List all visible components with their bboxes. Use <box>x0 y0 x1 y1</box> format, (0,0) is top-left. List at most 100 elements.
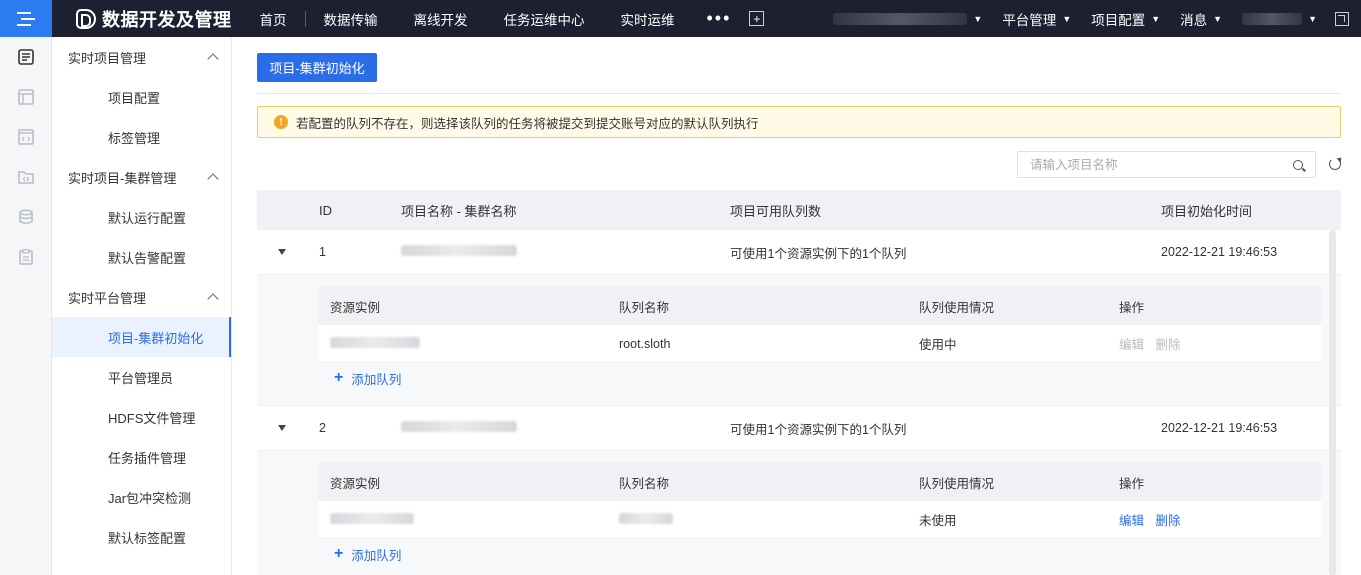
project-name-redacted <box>833 12 968 25</box>
main-content: 项目-集群初始化 ! 若配置的队列不存在，则选择该队列的任务将被提交到提交账号对… <box>232 37 1361 575</box>
main-nav: 首页 数据传输 离线开发 任务运维中心 实时运维 ••• + <box>242 0 765 37</box>
table-icon <box>18 89 34 105</box>
expand-cell <box>257 425 319 431</box>
add-queue-button[interactable]: + 添加队列 <box>318 539 1321 569</box>
row-id: 1 <box>319 245 326 259</box>
sidebar-item-jar-conflict[interactable]: Jar包冲突检测 <box>52 477 231 517</box>
queue-usage: 未使用 <box>919 514 957 528</box>
queue-usage: 使用中 <box>919 338 957 352</box>
more-nav-button[interactable]: ••• <box>693 8 746 29</box>
project-table: ID 项目名称 - 集群名称 项目可用队列数 项目初始化时间 1 可使用1个资源… <box>257 190 1341 575</box>
queue-subtable: 资源实例 队列名称 队列使用情况 操作 未使用 编辑 删除 <box>318 463 1321 539</box>
table-row[interactable]: 1 可使用1个资源实例下的1个队列 2022-12-21 19:46:53 <box>257 230 1341 275</box>
subheader-usage: 队列使用情况 <box>919 476 995 491</box>
header-name: 项目名称 - 集群名称 <box>401 203 517 219</box>
code-window-icon <box>18 129 34 145</box>
nav-offline-dev[interactable]: 离线开发 <box>396 0 486 37</box>
caret-down-icon: ▼ <box>1213 13 1223 24</box>
rail-clipboard[interactable] <box>0 237 52 277</box>
add-queue-label: 添加队列 <box>351 548 402 563</box>
alert-text: 若配置的队列不存在，则选择该队列的任务将被提交到提交账号对应的默认队列执行 <box>296 116 759 131</box>
sidebar-item-hdfs-files[interactable]: HDFS文件管理 <box>52 397 231 437</box>
sidebar-item-default-alert-config[interactable]: 默认告警配置 <box>52 237 231 277</box>
nav-data-transfer[interactable]: 数据传输 <box>306 0 396 37</box>
platform-menu[interactable]: 平台管理 ▼ <box>992 9 1081 29</box>
project-selector[interactable]: ▼ <box>823 12 992 25</box>
nav-home[interactable]: 首页 <box>242 0 305 37</box>
collapse-caret-icon[interactable] <box>278 249 286 255</box>
rail-realtime[interactable] <box>0 37 52 77</box>
row-id: 2 <box>319 421 326 435</box>
sidebar-item-default-run-config[interactable]: 默认运行配置 <box>52 197 231 237</box>
sidebar-group-label: 实时平台管理 <box>68 290 147 306</box>
rail-code[interactable] <box>0 117 52 157</box>
subtable-header: 资源实例 队列名称 队列使用情况 操作 <box>318 463 1321 501</box>
table-row[interactable]: 2 可使用1个资源实例下的1个队列 2022-12-21 19:46:53 <box>257 406 1341 451</box>
sidebar-item-platform-admin[interactable]: 平台管理员 <box>52 357 231 397</box>
subheader-usage: 队列使用情况 <box>919 300 995 315</box>
project-config-menu[interactable]: 项目配置 ▼ <box>1081 9 1170 29</box>
expand-cell <box>257 249 319 255</box>
subheader-instance: 资源实例 <box>330 300 381 315</box>
rail-database[interactable] <box>0 197 52 237</box>
plus-icon: + <box>334 545 344 562</box>
collapse-caret-icon[interactable] <box>278 425 286 431</box>
warning-icon: ! <box>274 115 288 129</box>
sidebar-group-cluster[interactable]: 实时项目-集群管理 <box>52 157 231 197</box>
nav-task-ops[interactable]: 任务运维中心 <box>486 0 603 37</box>
header-id: ID <box>319 202 332 218</box>
header-count: 项目可用队列数 <box>730 203 822 219</box>
caret-down-icon: ▼ <box>1308 13 1317 24</box>
header-time: 项目初始化时间 <box>1161 203 1253 219</box>
brand[interactable]: 数据开发及管理 <box>76 6 232 32</box>
add-queue-label: 添加队列 <box>351 372 402 387</box>
chevron-up-icon <box>207 53 219 65</box>
plus-icon: + <box>753 11 761 26</box>
add-queue-button[interactable]: + 添加队列 <box>318 363 1321 393</box>
menu-toggle-button[interactable] <box>0 0 52 37</box>
sidebar-item-cluster-init[interactable]: 项目-集群初始化 <box>52 317 231 357</box>
divider <box>257 93 1341 94</box>
table-scrollbar[interactable] <box>1329 230 1336 575</box>
platform-menu-label: 平台管理 <box>1002 12 1057 28</box>
sidebar-item-project-config[interactable]: 项目配置 <box>52 77 231 117</box>
expanded-row-detail: 资源实例 队列名称 队列使用情况 操作 root.sloth 使用中 编辑 删除… <box>257 275 1341 406</box>
messages-menu[interactable]: 消息 ▼ <box>1170 9 1232 29</box>
add-shortcut-button[interactable]: + <box>749 11 765 26</box>
edit-button[interactable]: 编辑 <box>1119 514 1144 528</box>
sidebar-group-label: 实时项目管理 <box>68 50 147 66</box>
rail-folder[interactable] <box>0 157 52 197</box>
search-icon[interactable] <box>1293 159 1303 170</box>
warning-alert: ! 若配置的队列不存在，则选择该队列的任务将被提交到提交账号对应的默认队列执行 <box>257 106 1341 138</box>
user-menu[interactable]: ▼ <box>1232 12 1327 25</box>
chevron-up-icon <box>207 173 219 185</box>
sidebar: 实时项目管理 项目配置 标签管理 实时项目-集群管理 默认运行配置 默认告警配置… <box>52 37 232 575</box>
fullscreen-icon[interactable] <box>1335 11 1349 26</box>
refresh-icon[interactable] <box>1329 158 1341 170</box>
search-input[interactable] <box>1030 157 1293 172</box>
table-header: ID 项目名称 - 集群名称 项目可用队列数 项目初始化时间 <box>257 190 1341 230</box>
cluster-init-button[interactable]: 项目-集群初始化 <box>257 53 377 82</box>
sidebar-group-realtime-project[interactable]: 实时项目管理 <box>52 37 231 77</box>
rail-table[interactable] <box>0 77 52 117</box>
delete-button[interactable]: 删除 <box>1156 514 1181 528</box>
brand-logo-icon <box>76 8 96 29</box>
caret-down-icon: ▼ <box>1062 13 1072 24</box>
folder-code-icon <box>18 171 34 184</box>
queue-name: root.sloth <box>619 336 671 351</box>
top-navigation-bar: 数据开发及管理 首页 数据传输 离线开发 任务运维中心 实时运维 ••• + ▼… <box>0 0 1361 37</box>
row-count: 可使用1个资源实例下的1个队列 <box>730 422 907 437</box>
sidebar-group-platform[interactable]: 实时平台管理 <box>52 277 231 317</box>
caret-down-icon: ▼ <box>1151 13 1161 24</box>
sidebar-item-tag-management[interactable]: 标签管理 <box>52 117 231 157</box>
nav-realtime-ops[interactable]: 实时运维 <box>603 0 693 37</box>
sidebar-item-default-tags[interactable]: 默认标签配置 <box>52 517 231 557</box>
delete-button: 删除 <box>1155 338 1181 352</box>
queue-name-redacted <box>619 512 919 527</box>
sidebar-item-task-plugins[interactable]: 任务插件管理 <box>52 437 231 477</box>
subheader-queue: 队列名称 <box>619 300 670 315</box>
database-icon <box>19 209 33 224</box>
subheader-queue: 队列名称 <box>619 476 670 491</box>
hamburger-icon <box>17 11 35 26</box>
plus-icon: + <box>334 369 344 386</box>
